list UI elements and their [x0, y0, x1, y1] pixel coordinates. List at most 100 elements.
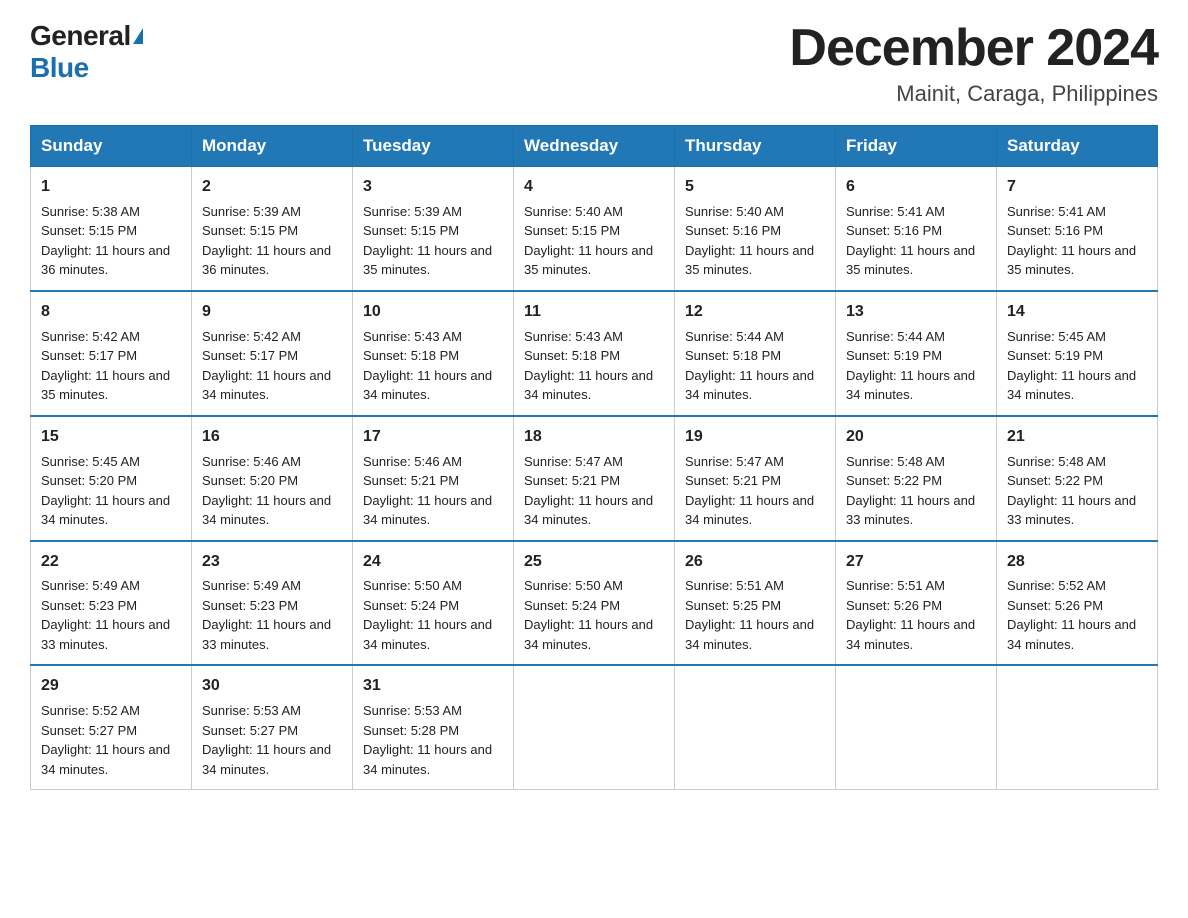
calendar-cell: 5Sunrise: 5:40 AMSunset: 5:16 PMDaylight…: [675, 167, 836, 291]
weekday-header-sunday: Sunday: [31, 126, 192, 167]
day-number: 13: [846, 300, 986, 325]
day-info: Sunrise: 5:48 AMSunset: 5:22 PMDaylight:…: [846, 452, 986, 530]
day-info: Sunrise: 5:53 AMSunset: 5:28 PMDaylight:…: [363, 701, 503, 779]
day-number: 4: [524, 175, 664, 200]
day-info: Sunrise: 5:50 AMSunset: 5:24 PMDaylight:…: [524, 576, 664, 654]
day-info: Sunrise: 5:42 AMSunset: 5:17 PMDaylight:…: [41, 327, 181, 405]
day-info: Sunrise: 5:48 AMSunset: 5:22 PMDaylight:…: [1007, 452, 1147, 530]
day-info: Sunrise: 5:43 AMSunset: 5:18 PMDaylight:…: [524, 327, 664, 405]
day-info: Sunrise: 5:46 AMSunset: 5:21 PMDaylight:…: [363, 452, 503, 530]
day-number: 14: [1007, 300, 1147, 325]
calendar-cell: 31Sunrise: 5:53 AMSunset: 5:28 PMDayligh…: [353, 665, 514, 789]
day-info: Sunrise: 5:46 AMSunset: 5:20 PMDaylight:…: [202, 452, 342, 530]
day-info: Sunrise: 5:38 AMSunset: 5:15 PMDaylight:…: [41, 202, 181, 280]
day-info: Sunrise: 5:41 AMSunset: 5:16 PMDaylight:…: [846, 202, 986, 280]
calendar-week-row: 29Sunrise: 5:52 AMSunset: 5:27 PMDayligh…: [31, 665, 1158, 789]
day-number: 21: [1007, 425, 1147, 450]
logo-blue-text: Blue: [30, 52, 89, 84]
calendar-cell: 11Sunrise: 5:43 AMSunset: 5:18 PMDayligh…: [514, 291, 675, 416]
calendar-cell: 3Sunrise: 5:39 AMSunset: 5:15 PMDaylight…: [353, 167, 514, 291]
day-number: 17: [363, 425, 503, 450]
day-number: 27: [846, 550, 986, 575]
calendar-cell: 24Sunrise: 5:50 AMSunset: 5:24 PMDayligh…: [353, 541, 514, 666]
day-number: 30: [202, 674, 342, 699]
day-number: 9: [202, 300, 342, 325]
day-number: 16: [202, 425, 342, 450]
calendar-cell: 7Sunrise: 5:41 AMSunset: 5:16 PMDaylight…: [997, 167, 1158, 291]
weekday-header-saturday: Saturday: [997, 126, 1158, 167]
day-number: 8: [41, 300, 181, 325]
calendar-cell: 25Sunrise: 5:50 AMSunset: 5:24 PMDayligh…: [514, 541, 675, 666]
calendar-week-row: 22Sunrise: 5:49 AMSunset: 5:23 PMDayligh…: [31, 541, 1158, 666]
weekday-header-thursday: Thursday: [675, 126, 836, 167]
day-number: 29: [41, 674, 181, 699]
day-number: 15: [41, 425, 181, 450]
calendar-cell: 9Sunrise: 5:42 AMSunset: 5:17 PMDaylight…: [192, 291, 353, 416]
calendar-cell: 12Sunrise: 5:44 AMSunset: 5:18 PMDayligh…: [675, 291, 836, 416]
day-number: 11: [524, 300, 664, 325]
logo-triangle-icon: [133, 28, 143, 44]
calendar-cell: 29Sunrise: 5:52 AMSunset: 5:27 PMDayligh…: [31, 665, 192, 789]
calendar-cell: [997, 665, 1158, 789]
day-info: Sunrise: 5:49 AMSunset: 5:23 PMDaylight:…: [41, 576, 181, 654]
calendar-cell: 6Sunrise: 5:41 AMSunset: 5:16 PMDaylight…: [836, 167, 997, 291]
day-info: Sunrise: 5:40 AMSunset: 5:15 PMDaylight:…: [524, 202, 664, 280]
calendar-cell: [836, 665, 997, 789]
day-number: 28: [1007, 550, 1147, 575]
day-info: Sunrise: 5:47 AMSunset: 5:21 PMDaylight:…: [524, 452, 664, 530]
calendar-cell: 18Sunrise: 5:47 AMSunset: 5:21 PMDayligh…: [514, 416, 675, 541]
page-header: General Blue December 2024 Mainit, Carag…: [30, 20, 1158, 107]
day-info: Sunrise: 5:50 AMSunset: 5:24 PMDaylight:…: [363, 576, 503, 654]
day-info: Sunrise: 5:42 AMSunset: 5:17 PMDaylight:…: [202, 327, 342, 405]
calendar-cell: 22Sunrise: 5:49 AMSunset: 5:23 PMDayligh…: [31, 541, 192, 666]
calendar-cell: 13Sunrise: 5:44 AMSunset: 5:19 PMDayligh…: [836, 291, 997, 416]
calendar-cell: 2Sunrise: 5:39 AMSunset: 5:15 PMDaylight…: [192, 167, 353, 291]
day-number: 3: [363, 175, 503, 200]
month-title: December 2024: [789, 20, 1158, 77]
location-title: Mainit, Caraga, Philippines: [789, 81, 1158, 107]
calendar-cell: 27Sunrise: 5:51 AMSunset: 5:26 PMDayligh…: [836, 541, 997, 666]
day-number: 6: [846, 175, 986, 200]
calendar-cell: 26Sunrise: 5:51 AMSunset: 5:25 PMDayligh…: [675, 541, 836, 666]
calendar-cell: 21Sunrise: 5:48 AMSunset: 5:22 PMDayligh…: [997, 416, 1158, 541]
day-number: 23: [202, 550, 342, 575]
calendar-cell: [514, 665, 675, 789]
day-info: Sunrise: 5:39 AMSunset: 5:15 PMDaylight:…: [202, 202, 342, 280]
day-info: Sunrise: 5:52 AMSunset: 5:27 PMDaylight:…: [41, 701, 181, 779]
day-info: Sunrise: 5:41 AMSunset: 5:16 PMDaylight:…: [1007, 202, 1147, 280]
day-info: Sunrise: 5:39 AMSunset: 5:15 PMDaylight:…: [363, 202, 503, 280]
day-info: Sunrise: 5:45 AMSunset: 5:19 PMDaylight:…: [1007, 327, 1147, 405]
calendar-cell: 20Sunrise: 5:48 AMSunset: 5:22 PMDayligh…: [836, 416, 997, 541]
day-number: 31: [363, 674, 503, 699]
weekday-header-friday: Friday: [836, 126, 997, 167]
calendar-cell: 30Sunrise: 5:53 AMSunset: 5:27 PMDayligh…: [192, 665, 353, 789]
day-number: 18: [524, 425, 664, 450]
day-info: Sunrise: 5:45 AMSunset: 5:20 PMDaylight:…: [41, 452, 181, 530]
calendar-cell: 23Sunrise: 5:49 AMSunset: 5:23 PMDayligh…: [192, 541, 353, 666]
weekday-header-tuesday: Tuesday: [353, 126, 514, 167]
day-number: 19: [685, 425, 825, 450]
day-number: 2: [202, 175, 342, 200]
calendar-cell: 4Sunrise: 5:40 AMSunset: 5:15 PMDaylight…: [514, 167, 675, 291]
weekday-header-wednesday: Wednesday: [514, 126, 675, 167]
calendar-week-row: 1Sunrise: 5:38 AMSunset: 5:15 PMDaylight…: [31, 167, 1158, 291]
day-number: 1: [41, 175, 181, 200]
day-number: 12: [685, 300, 825, 325]
day-number: 26: [685, 550, 825, 575]
day-info: Sunrise: 5:47 AMSunset: 5:21 PMDaylight:…: [685, 452, 825, 530]
calendar-table: SundayMondayTuesdayWednesdayThursdayFrid…: [30, 125, 1158, 790]
calendar-cell: 10Sunrise: 5:43 AMSunset: 5:18 PMDayligh…: [353, 291, 514, 416]
calendar-cell: 17Sunrise: 5:46 AMSunset: 5:21 PMDayligh…: [353, 416, 514, 541]
calendar-cell: 8Sunrise: 5:42 AMSunset: 5:17 PMDaylight…: [31, 291, 192, 416]
day-number: 24: [363, 550, 503, 575]
day-info: Sunrise: 5:51 AMSunset: 5:26 PMDaylight:…: [846, 576, 986, 654]
day-info: Sunrise: 5:53 AMSunset: 5:27 PMDaylight:…: [202, 701, 342, 779]
day-number: 5: [685, 175, 825, 200]
day-info: Sunrise: 5:43 AMSunset: 5:18 PMDaylight:…: [363, 327, 503, 405]
weekday-header-row: SundayMondayTuesdayWednesdayThursdayFrid…: [31, 126, 1158, 167]
calendar-cell: 16Sunrise: 5:46 AMSunset: 5:20 PMDayligh…: [192, 416, 353, 541]
day-info: Sunrise: 5:52 AMSunset: 5:26 PMDaylight:…: [1007, 576, 1147, 654]
logo: General Blue: [30, 20, 143, 84]
day-info: Sunrise: 5:51 AMSunset: 5:25 PMDaylight:…: [685, 576, 825, 654]
day-info: Sunrise: 5:44 AMSunset: 5:18 PMDaylight:…: [685, 327, 825, 405]
